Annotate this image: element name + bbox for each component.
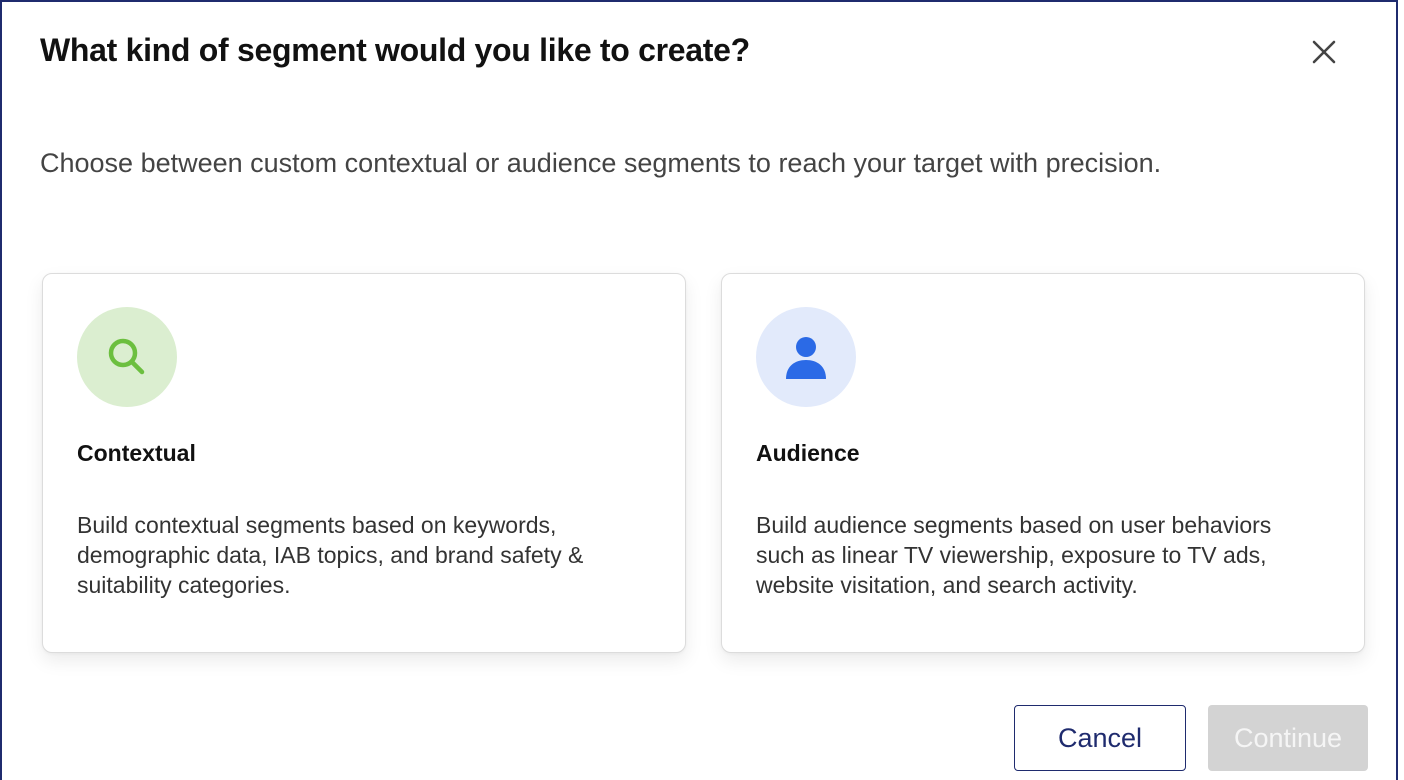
dialog-description: Choose between custom contextual or audi… <box>40 148 1162 178</box>
option-card-contextual[interactable]: Contextual Build contextual segments bas… <box>42 273 686 653</box>
option-title: Audience <box>756 440 860 466</box>
search-icon <box>108 338 145 375</box>
continue-button[interactable]: Continue <box>1208 705 1368 771</box>
contextual-icon-badge <box>77 307 177 407</box>
segment-type-dialog: What kind of segment would you like to c… <box>0 0 1398 780</box>
cancel-button[interactable]: Cancel <box>1014 705 1186 771</box>
close-icon <box>1312 40 1336 64</box>
option-card-audience[interactable]: Audience Build audience segments based o… <box>721 273 1365 653</box>
option-description: Build contextual segments based on keywo… <box>77 512 584 598</box>
option-title: Contextual <box>77 440 196 466</box>
person-icon <box>786 337 826 379</box>
close-button[interactable] <box>1302 30 1346 74</box>
dialog-title: What kind of segment would you like to c… <box>40 32 750 68</box>
audience-icon-badge <box>756 307 856 407</box>
option-description: Build audience segments based on user be… <box>756 512 1272 598</box>
